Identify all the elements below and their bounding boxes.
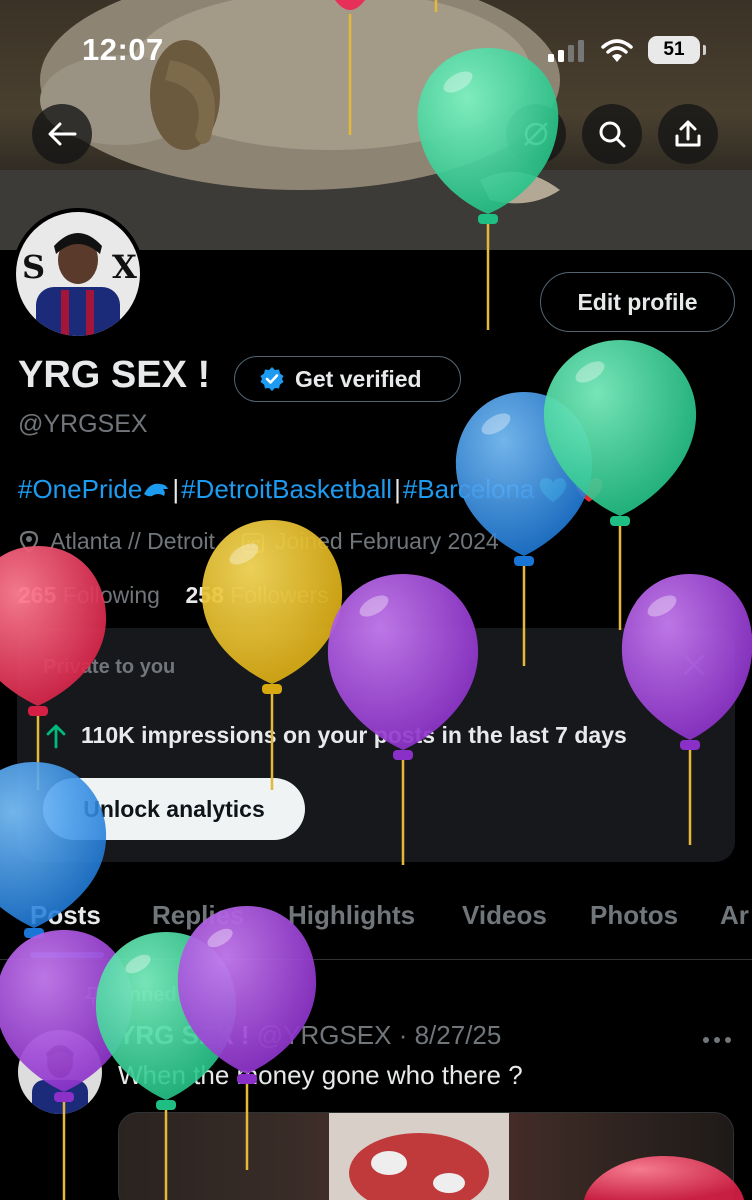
profile-banner[interactable]: 12:07 51 [0, 0, 752, 250]
profile-handle: @YRGSEX [18, 410, 148, 438]
calendar-icon [241, 530, 265, 554]
pin-icon [84, 986, 102, 1005]
status-bar: 12:07 51 [0, 32, 752, 72]
followers-count: 258 [185, 582, 224, 608]
verified-badge-icon [260, 367, 284, 391]
profile-joined: Joined February 2024 [274, 528, 499, 554]
post-header: YRG SEX ! @YRGSEX · 8/27/25 [118, 1020, 501, 1051]
share-button[interactable] [658, 104, 718, 164]
profile-stats: 265 Following 258 Followers [18, 582, 329, 609]
location-icon [18, 530, 40, 554]
more-options-icon [703, 1037, 731, 1043]
lions-logo-icon [144, 483, 169, 496]
unlock-analytics-button[interactable]: Unlock analytics [43, 778, 305, 840]
following-label: Following [62, 582, 160, 608]
post-avatar[interactable] [18, 1030, 102, 1114]
post-media-image [329, 1113, 509, 1200]
profile-name: YRG SEX ! [18, 354, 211, 396]
grok-icon [524, 122, 548, 146]
svg-text:X: X [112, 248, 137, 286]
svg-text:S: S [22, 248, 45, 286]
tab-highlights[interactable]: Highlights [288, 900, 415, 931]
tab-replies[interactable]: Replies [152, 900, 245, 931]
tab-videos[interactable]: Videos [462, 900, 547, 931]
post-avatar-image [18, 1030, 102, 1114]
green-heart-icon [540, 477, 567, 502]
red-heart-icon [576, 477, 603, 502]
card-title: Private to you [43, 656, 176, 678]
close-icon [683, 654, 705, 676]
following-link[interactable]: 265 Following [18, 582, 160, 608]
hashtag-onepride[interactable]: #OnePride [18, 474, 142, 505]
following-count: 265 [18, 582, 57, 608]
get-verified-button[interactable]: Get verified [234, 356, 461, 402]
grok-button[interactable] [506, 104, 566, 164]
post-author-name[interactable]: YRG SEX ! [118, 1020, 249, 1050]
post-more-button[interactable] [702, 1032, 732, 1050]
active-tab-indicator [30, 952, 104, 958]
tab-articles[interactable]: Ar [720, 900, 749, 931]
back-button[interactable] [32, 104, 92, 164]
battery-indicator: 51 [648, 36, 706, 64]
followers-label: Followers [230, 582, 329, 608]
impressions-message: 110K impressions on your posts in the la… [45, 722, 627, 749]
search-button[interactable] [582, 104, 642, 164]
search-icon [599, 121, 626, 148]
profile-location: Atlanta // Detroit [50, 528, 215, 554]
analytics-card: Private to you 110K impressions on your … [17, 628, 735, 862]
hashtag-barcelona[interactable]: #Barcelona [403, 474, 535, 505]
profile-bio: #OnePride | #DetroitBasketball | #Barcel… [18, 474, 604, 505]
hashtag-detroitbasketball[interactable]: #DetroitBasketball [181, 474, 392, 505]
post-text: When the money gone who there ? [118, 1060, 523, 1090]
profile-avatar[interactable]: S X [12, 208, 144, 340]
wifi-icon [601, 39, 633, 62]
back-arrow-icon [48, 122, 77, 146]
tab-posts[interactable]: Posts [30, 900, 101, 931]
avatar-image: S X [16, 212, 140, 336]
post-handle-date: @YRGSEX · 8/27/25 [256, 1020, 502, 1050]
card-close-button[interactable] [681, 652, 707, 683]
followers-link[interactable]: 258 Followers [185, 582, 328, 608]
get-verified-label: Get verified [295, 365, 422, 392]
pinned-label: Pinned [110, 984, 177, 1006]
bio-separator: | [172, 474, 180, 504]
profile-meta: Atlanta // Detroit Joined February 2024 [18, 528, 499, 555]
cellular-signal-icon [548, 40, 584, 62]
tab-photos[interactable]: Photos [590, 900, 678, 931]
impressions-text: 110K impressions on your posts in the la… [81, 722, 627, 748]
share-icon [675, 120, 701, 147]
status-time: 12:07 [82, 32, 164, 67]
edit-profile-button[interactable]: Edit profile [540, 272, 735, 332]
arrow-up-icon [46, 724, 66, 748]
pinned-indicator: Pinned [84, 984, 177, 1007]
post-media[interactable] [118, 1112, 734, 1200]
profile-tabs: Posts Replies Highlights Videos Photos A… [0, 888, 752, 960]
bio-separator: | [394, 474, 401, 504]
